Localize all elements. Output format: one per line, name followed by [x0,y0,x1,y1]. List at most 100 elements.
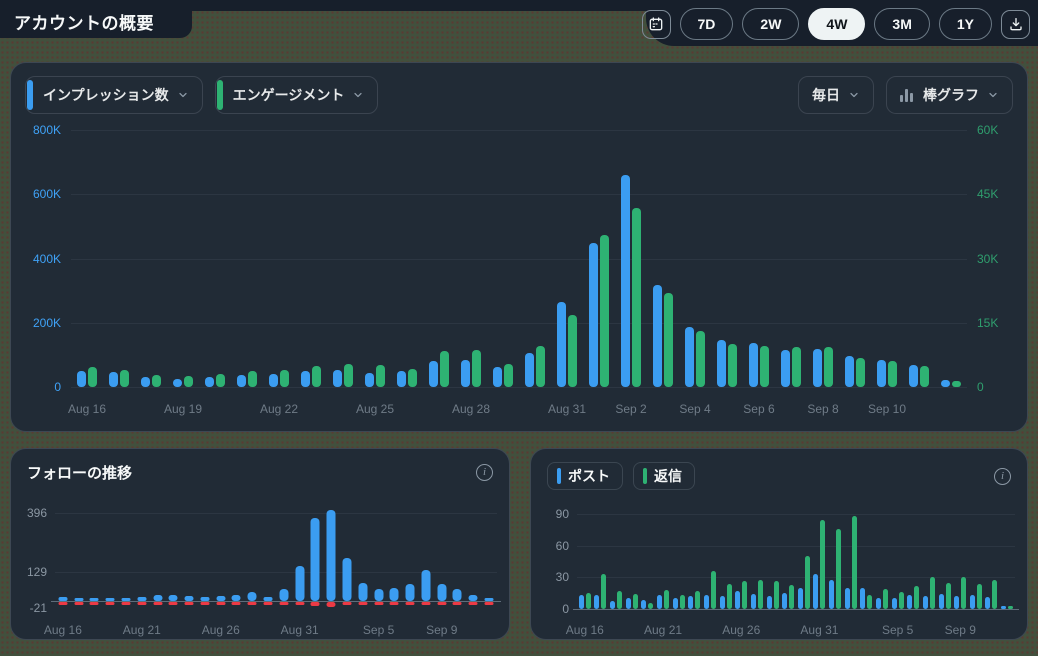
posts-bar[interactable] [907,595,913,609]
replies-bar[interactable] [961,577,967,609]
follows-bar[interactable] [358,582,368,601]
follows-bar[interactable] [326,509,336,601]
engagement-bar[interactable] [408,368,417,387]
impressions-bar[interactable] [397,371,406,387]
follows-bar[interactable] [105,598,115,601]
engagement-bar[interactable] [184,375,193,387]
replies-bar[interactable] [679,595,685,609]
posts-bar[interactable] [844,587,850,609]
follows-bar[interactable] [468,594,478,601]
range-button-3m[interactable]: 3M [874,8,930,40]
impressions-bar[interactable] [525,352,534,387]
unfollows-bar[interactable] [342,602,352,606]
posts-bar[interactable] [703,595,709,609]
posts-bar[interactable] [1001,605,1007,609]
engagement-bar[interactable] [792,346,801,387]
posts-bar[interactable] [578,595,584,609]
unfollows-bar[interactable] [168,602,178,605]
engagement-bar[interactable] [120,369,129,387]
impressions-bar[interactable] [173,378,182,387]
replies-bar[interactable] [804,556,810,609]
follows-bar[interactable] [247,591,257,601]
posts-bar[interactable] [610,600,616,609]
impressions-bar[interactable] [461,360,470,387]
replies-bar[interactable] [742,580,748,609]
engagement-bar[interactable] [376,365,385,387]
engagement-bar[interactable] [472,349,481,387]
unfollows-bar[interactable] [58,602,68,605]
replies-bar[interactable] [773,580,779,609]
replies-bar[interactable] [585,593,591,609]
legend-chip-posts[interactable]: ポスト [547,462,623,490]
unfollows-bar[interactable] [263,602,273,605]
replies-bar[interactable] [867,595,873,609]
posts-bar[interactable] [985,597,991,609]
metric-dropdown-impressions[interactable]: インプレッション数 [25,76,203,114]
posts-bar[interactable] [938,594,944,609]
follows-bar[interactable] [389,587,399,601]
posts-bar[interactable] [594,595,600,609]
unfollows-bar[interactable] [105,602,115,605]
posts-bar[interactable] [797,587,803,609]
replies-bar[interactable] [992,579,998,609]
follows-bar[interactable] [374,588,384,601]
unfollows-bar[interactable] [137,602,147,605]
replies-bar[interactable] [789,584,795,609]
follows-bar[interactable] [58,597,68,601]
engagement-bar[interactable] [760,345,769,387]
impressions-bar[interactable] [269,373,278,387]
engagement-bar[interactable] [152,375,161,387]
follows-bar[interactable] [279,589,289,601]
impressions-bar[interactable] [685,327,694,387]
impressions-bar[interactable] [557,301,566,387]
impressions-bar[interactable] [941,379,950,387]
posts-bar[interactable] [782,593,788,609]
replies-bar[interactable] [976,583,982,609]
legend-chip-replies[interactable]: 返信 [633,462,695,490]
replies-bar[interactable] [757,579,763,609]
impressions-bar[interactable] [205,377,214,387]
engagement-bar[interactable] [728,343,737,387]
impressions-bar[interactable] [877,360,886,387]
posts-bar[interactable] [860,587,866,609]
range-button-1y[interactable]: 1Y [938,8,992,40]
follows-bar[interactable] [421,569,431,601]
follows-bar[interactable] [263,597,273,601]
unfollows-bar[interactable] [405,602,415,605]
range-button-7d[interactable]: 7D [679,8,734,40]
engagement-bar[interactable] [888,360,897,387]
replies-bar[interactable] [820,520,826,609]
unfollows-bar[interactable] [184,602,194,605]
unfollows-bar[interactable] [437,602,447,605]
posts-bar[interactable] [641,599,647,609]
replies-bar[interactable] [601,574,607,609]
posts-bar[interactable] [875,598,881,609]
follows-bar[interactable] [137,597,147,601]
follows-bar[interactable] [153,594,163,601]
engagement-bar[interactable] [344,364,353,387]
impressions-bar[interactable] [621,175,630,387]
download-button[interactable] [1001,9,1030,39]
metric-dropdown-engagement[interactable]: エンゲージメント [214,76,379,114]
impressions-bar[interactable] [813,349,822,387]
posts-bar[interactable] [657,595,663,609]
unfollows-bar[interactable] [89,602,99,605]
impressions-bar[interactable] [365,372,374,387]
unfollows-bar[interactable] [374,602,384,605]
impressions-bar[interactable] [493,367,502,387]
replies-bar[interactable] [836,528,842,609]
engagement-bar[interactable] [88,366,97,387]
posts-bar[interactable] [766,596,772,609]
unfollows-bar[interactable] [153,602,163,605]
impressions-bar[interactable] [237,374,246,387]
unfollows-bar[interactable] [247,602,257,605]
posts-bar[interactable] [625,598,631,609]
posts-bar[interactable] [954,596,960,609]
engagement-bar[interactable] [216,373,225,387]
impressions-bar[interactable] [749,343,758,387]
impressions-bar[interactable] [333,369,342,387]
posts-bar[interactable] [969,595,975,609]
engagement-bar[interactable] [248,371,257,387]
engagement-bar[interactable] [440,351,449,387]
follows-bar[interactable] [342,557,352,601]
